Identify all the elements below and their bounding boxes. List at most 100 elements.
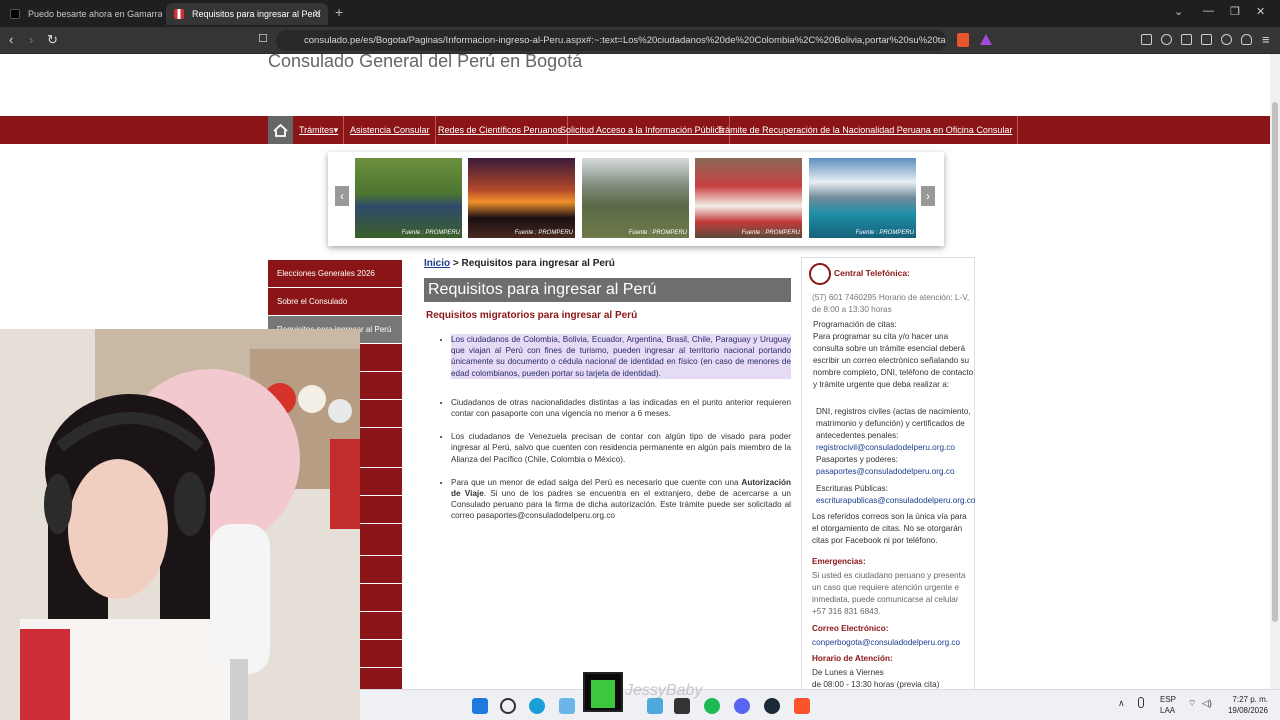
discord-icon[interactable] bbox=[734, 698, 750, 714]
restore-icon[interactable]: ❐ bbox=[1230, 5, 1240, 18]
carousel-caption: Fuente : PROMPERU bbox=[401, 230, 460, 236]
carousel-caption: Fuente : PROMPERU bbox=[628, 230, 687, 236]
citas-label: Programación de citas: bbox=[813, 320, 897, 329]
carousel-image-lake[interactable]: Fuente : PROMPERU bbox=[809, 158, 916, 238]
nav-solicitud[interactable]: Solicitud Acceso a la Información Públic… bbox=[555, 116, 731, 144]
sidebar-item-elecciones[interactable]: Elecciones Generales 2026 bbox=[268, 260, 402, 288]
minimize-icon[interactable]: — bbox=[1203, 5, 1214, 17]
sidebar-icon[interactable] bbox=[1181, 34, 1192, 45]
escrituras-email-link[interactable]: escriturapublicas@consuladodelperu.org.c… bbox=[816, 495, 978, 507]
home-button[interactable] bbox=[268, 116, 293, 144]
nav-tramite-recuperacion[interactable]: Trámite de Recuperación de la Nacionalid… bbox=[712, 116, 1019, 144]
wallet-icon[interactable] bbox=[1201, 34, 1212, 45]
forward-icon[interactable]: › bbox=[29, 32, 33, 47]
nav-tramites[interactable]: Trámites▾ bbox=[294, 116, 345, 144]
list-item: Los ciudadanos de Colombia, Bolivia, Ecu… bbox=[451, 334, 791, 379]
network-icon[interactable]: ⌔ bbox=[1188, 698, 1196, 709]
escrituras-text: Escrituras Públicas: bbox=[816, 484, 888, 493]
nav-asistencia[interactable]: Asistencia Consular bbox=[345, 116, 436, 144]
tab-gamarra[interactable]: Puedo besarte ahora en Gamarra, Lin bbox=[2, 3, 162, 25]
webcam-overlay bbox=[0, 329, 360, 720]
requirements-list: Los ciudadanos de Colombia, Bolivia, Ecu… bbox=[451, 334, 791, 534]
phone-text: (57) 601 7460295 Horario de atención: L-… bbox=[812, 293, 970, 314]
sidebar-item-sobre[interactable]: Sobre el Consulado bbox=[268, 288, 402, 316]
brave-shield-icon[interactable] bbox=[957, 33, 969, 47]
dni-text: DNI, registros civiles (actas de nacimie… bbox=[816, 407, 971, 440]
carousel-next-button[interactable]: › bbox=[921, 186, 935, 206]
tab-requisitos[interactable]: Requisitos para ingresar al Peru ✕ bbox=[166, 3, 328, 25]
site-title: Consulado General del Perú en Bogotá bbox=[268, 54, 583, 71]
nav-tramites-label: Trámites bbox=[299, 125, 334, 135]
browser-tab-bar: Puedo besarte ahora en Gamarra, Lin Requ… bbox=[0, 0, 1280, 27]
close-window-icon[interactable]: ✕ bbox=[1256, 5, 1265, 18]
steam-icon[interactable] bbox=[764, 698, 780, 714]
back-icon[interactable]: ‹ bbox=[9, 32, 13, 47]
chevron-down-icon: ▾ bbox=[333, 125, 339, 135]
page-title: Requisitos para ingresar al Perú bbox=[424, 278, 791, 302]
extensions-icon[interactable] bbox=[1141, 34, 1152, 45]
pasaportes-text: Pasaportes y poderes: bbox=[816, 455, 898, 464]
carousel-image-sunset[interactable]: Fuente : PROMPERU bbox=[468, 158, 575, 238]
contact-box: Central Telefónica: (57) 601 7460295 Hor… bbox=[801, 257, 975, 720]
address-bar: ‹ › ↻ ☐ consulado.pe/es/Bogota/Paginas/I… bbox=[0, 27, 1280, 70]
breadcrumb-home-link[interactable]: Inicio bbox=[424, 258, 450, 269]
tab-title: Puedo besarte ahora en Gamarra, Lin bbox=[28, 9, 162, 19]
horario-label: Horario de Atención: bbox=[812, 654, 893, 663]
taskbar: JessyBaby ∧ ESP LAA ⌔ ◁) 7:27 p. m. 19/0… bbox=[360, 672, 1280, 720]
dni-email-link[interactable]: registrocivil@consuladodelperu.org.co bbox=[816, 442, 978, 454]
horario-days: De Lunes a Viernes bbox=[812, 668, 884, 677]
page-scrollbar[interactable] bbox=[1270, 54, 1280, 720]
tiktok-icon bbox=[10, 9, 20, 19]
tab-title: Requisitos para ingresar al Peru bbox=[192, 9, 321, 19]
windows-start-icon[interactable] bbox=[472, 698, 488, 714]
edge-icon[interactable] bbox=[529, 698, 545, 714]
spotify-icon[interactable] bbox=[704, 698, 720, 714]
app-icon[interactable] bbox=[674, 698, 690, 714]
reload-icon[interactable]: ↻ bbox=[47, 32, 58, 48]
carousel-image-train[interactable]: Fuente : PROMPERU bbox=[355, 158, 462, 238]
webcam-image bbox=[0, 329, 360, 720]
vpn-icon[interactable] bbox=[1241, 34, 1252, 45]
clock-time[interactable]: 7:27 p. m. bbox=[1226, 695, 1268, 704]
carousel-caption: Fuente : PROMPERU bbox=[741, 230, 800, 236]
phone-label: Central Telefónica: bbox=[834, 268, 910, 278]
close-tab-icon[interactable]: ✕ bbox=[313, 3, 322, 25]
tray-chevron-icon[interactable]: ∧ bbox=[1118, 698, 1125, 709]
tab-list-icon[interactable]: ⌄ bbox=[1174, 5, 1183, 18]
main-nav: Trámites▾ Asistencia Consular Redes de C… bbox=[0, 116, 1270, 144]
region-indicator: LAA bbox=[1160, 706, 1176, 715]
search-icon[interactable] bbox=[500, 698, 516, 714]
list-item: Los ciudadanos de Venezuela precisan de … bbox=[451, 431, 791, 465]
brave-icon[interactable] bbox=[794, 698, 810, 714]
correo-link[interactable]: conperbogota@consuladodelperu.org.co bbox=[812, 637, 974, 649]
nav-redes[interactable]: Redes de Científicos Peruanos bbox=[433, 116, 569, 144]
media-icon[interactable] bbox=[1161, 34, 1172, 45]
microphone-icon[interactable] bbox=[1138, 697, 1144, 708]
emergencias-text: Si usted es ciudadano peruano y presenta… bbox=[812, 571, 966, 616]
volume-icon[interactable]: ◁) bbox=[1202, 698, 1212, 709]
note-text: Los referidos correos son la única vía p… bbox=[812, 512, 967, 545]
explorer-icon[interactable] bbox=[647, 698, 663, 714]
peru-flag-icon bbox=[174, 9, 184, 19]
carousel-image-dancers[interactable]: Fuente : PROMPERU bbox=[695, 158, 802, 238]
pasaportes-email-link[interactable]: pasaportes@consuladodelperu.org.co bbox=[816, 466, 978, 478]
carousel-prev-button[interactable]: ‹ bbox=[335, 186, 349, 206]
carousel-caption: Fuente : PROMPERU bbox=[514, 230, 573, 236]
menu-icon[interactable]: ≡ bbox=[1262, 32, 1270, 47]
bookmark-icon[interactable]: ☐ bbox=[258, 32, 268, 45]
brave-rewards-icon[interactable] bbox=[980, 34, 992, 45]
breadcrumb-current: Requisitos para ingresar al Perú bbox=[461, 258, 615, 269]
list-item-text: . Si uno de los padres se encuentra en e… bbox=[451, 489, 791, 521]
correo-label: Correo Electrónico: bbox=[812, 624, 889, 633]
url-text: consulado.pe/es/Bogota/Paginas/Informaci… bbox=[304, 35, 946, 46]
carousel-image-machu-picchu[interactable]: Fuente : PROMPERU bbox=[582, 158, 689, 238]
stream-watermark: JessyBaby bbox=[625, 682, 703, 699]
language-indicator[interactable]: ESP bbox=[1160, 695, 1176, 704]
emergencias-label: Emergencias: bbox=[812, 557, 866, 566]
leo-icon[interactable] bbox=[1221, 34, 1232, 45]
new-tab-icon[interactable]: + bbox=[335, 4, 343, 20]
scrollbar-thumb[interactable] bbox=[1272, 102, 1278, 622]
store-icon[interactable] bbox=[559, 698, 575, 714]
url-input[interactable]: consulado.pe/es/Bogota/Paginas/Informaci… bbox=[276, 30, 946, 51]
home-icon bbox=[273, 123, 288, 137]
